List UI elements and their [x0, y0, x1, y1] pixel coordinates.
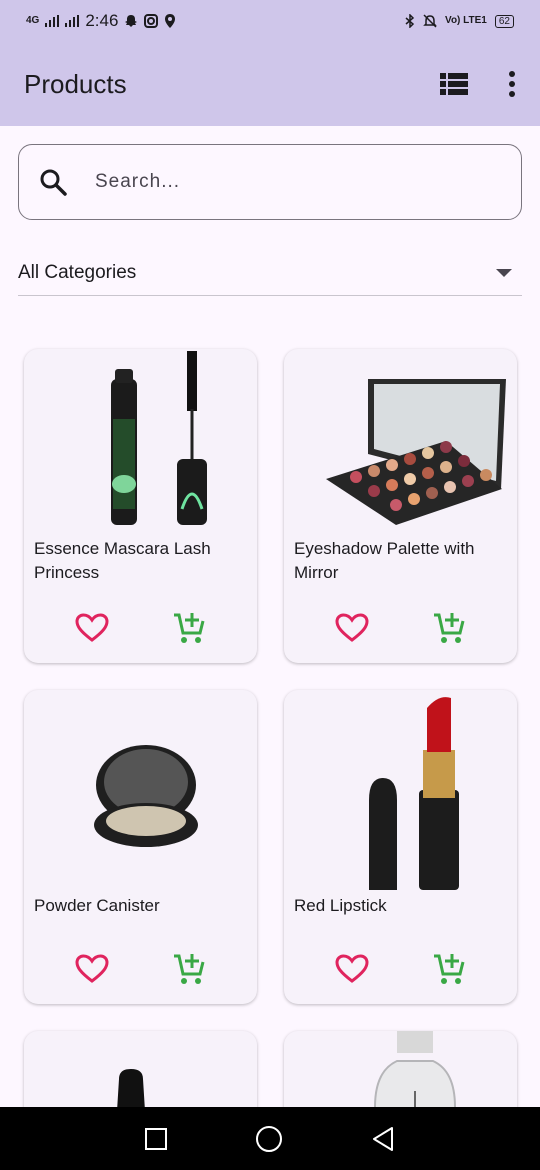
red-lipstick-image: [368, 697, 459, 890]
back-button[interactable]: [370, 1126, 396, 1152]
snapchat-icon: [125, 15, 138, 27]
product-card[interactable]: Red Lipstick: [284, 690, 517, 1004]
product-actions: [24, 611, 257, 645]
bluetooth-icon: [405, 14, 415, 28]
eyeshadow-palette-image: [325, 379, 506, 525]
product-name: Essence Mascara Lash Princess: [34, 539, 211, 582]
product-name: Eyeshadow Palette with Mirror: [294, 539, 475, 582]
heart-icon: [335, 954, 369, 983]
favorite-button[interactable]: [335, 611, 369, 645]
add-to-cart-button[interactable]: [432, 611, 466, 645]
home-button[interactable]: [255, 1125, 283, 1153]
mute-icon: [423, 14, 437, 28]
product-card[interactable]: Essence Mascara Lash Princess: [24, 349, 257, 663]
category-selected: All Categories: [18, 261, 137, 283]
add-shopping-cart-icon: [173, 954, 205, 984]
mascara-image: [110, 351, 207, 525]
favorite-button[interactable]: [335, 952, 369, 986]
signal-2-icon: [65, 15, 80, 27]
volte-indicator: Vo) LTE1: [445, 15, 487, 26]
system-navigation-bar: [0, 1107, 540, 1170]
heart-icon: [75, 954, 109, 983]
chevron-down-icon: [496, 268, 512, 277]
search-placeholder: Search...: [95, 171, 181, 192]
view-list-button[interactable]: [440, 73, 468, 95]
signal-icon: [45, 15, 60, 27]
favorite-button[interactable]: [75, 611, 109, 645]
add-shopping-cart-icon: [433, 954, 465, 984]
triangle-back-icon: [373, 1126, 394, 1151]
product-actions: [284, 611, 517, 645]
status-right: Vo) LTE1 62: [405, 14, 514, 28]
search-input[interactable]: Search...: [18, 144, 522, 220]
network-type: 4G: [26, 15, 40, 26]
product-card[interactable]: Powder Canister: [24, 690, 257, 1004]
heart-icon: [335, 613, 369, 642]
category-dropdown[interactable]: All Categories: [18, 250, 522, 296]
search-icon: [40, 169, 67, 196]
status-bar: 4G 2:46 Vo) LTE1 62: [0, 0, 540, 42]
product-name: Powder Canister: [34, 896, 160, 915]
location-icon: [165, 14, 176, 28]
add-to-cart-button[interactable]: [172, 611, 206, 645]
heart-icon: [75, 613, 109, 642]
clock: 2:46: [85, 11, 119, 30]
powder-canister-image: [93, 745, 198, 847]
favorite-button[interactable]: [75, 952, 109, 986]
add-shopping-cart-icon: [173, 613, 205, 643]
product-card[interactable]: Eyeshadow Palette with Mirror: [284, 349, 517, 663]
product-image: [24, 690, 257, 890]
product-actions: [24, 952, 257, 986]
add-to-cart-button[interactable]: [432, 952, 466, 986]
app-bar-actions: [440, 71, 516, 97]
instagram-icon: [144, 14, 159, 28]
product-name: Red Lipstick: [294, 896, 387, 915]
product-actions: [284, 952, 517, 986]
product-image: [284, 349, 517, 527]
page-title: Products: [24, 68, 127, 99]
battery-indicator: 62: [494, 14, 514, 28]
add-to-cart-button[interactable]: [172, 952, 206, 986]
app-bar: Products: [0, 42, 540, 126]
circle-icon: [255, 1125, 282, 1152]
view-list-icon: [440, 73, 468, 95]
recent-apps-button[interactable]: [144, 1127, 168, 1151]
more-vert-icon: [509, 71, 515, 97]
add-shopping-cart-icon: [433, 613, 465, 643]
product-image: [24, 349, 257, 527]
square-icon: [144, 1127, 167, 1150]
product-image: [284, 690, 517, 890]
status-left: 4G 2:46: [26, 11, 176, 31]
more-options-button[interactable]: [508, 71, 516, 97]
